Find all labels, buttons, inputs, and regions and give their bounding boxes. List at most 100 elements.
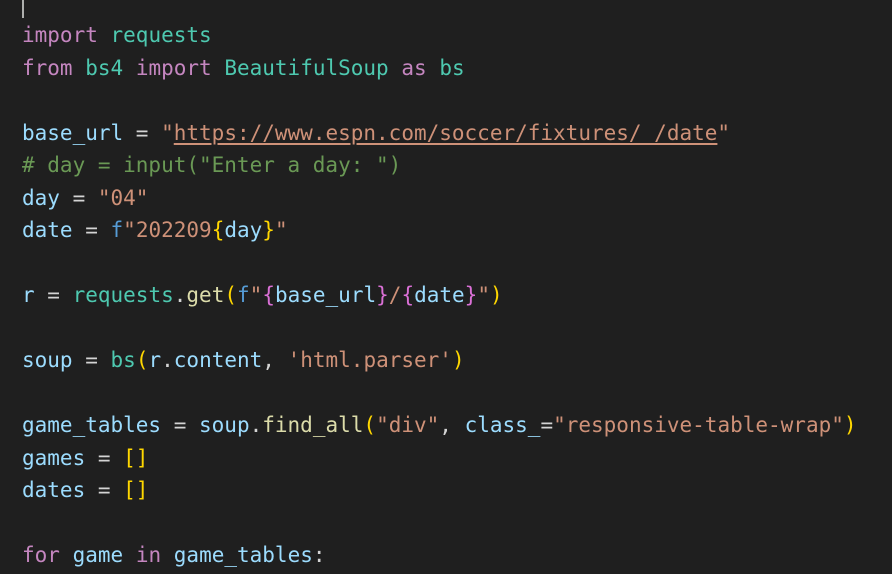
code-token: from xyxy=(22,55,73,80)
code-token: bs xyxy=(110,348,136,372)
code-token: { xyxy=(211,218,225,242)
code-line[interactable]: game_tables = soup.find_all("div", class… xyxy=(22,409,857,442)
code-line[interactable]: date = f"202209{day}" xyxy=(22,214,857,247)
code-token: " xyxy=(477,283,490,307)
code-token: , xyxy=(262,348,288,372)
code-token: . xyxy=(173,283,187,307)
code-token: r xyxy=(22,283,35,307)
code-token: "202209 xyxy=(123,218,212,242)
code-token: ) xyxy=(451,348,465,372)
code-token: , xyxy=(439,413,465,437)
code-token: ( xyxy=(135,348,149,372)
code-token: = xyxy=(72,348,111,372)
code-token: ) xyxy=(843,413,857,437)
code-line[interactable]: # day = input("Enter a day: ") xyxy=(22,149,857,182)
code-token: = xyxy=(72,218,111,242)
code-token: = xyxy=(34,283,73,307)
code-line[interactable]: dates = [] xyxy=(22,474,857,507)
code-line[interactable] xyxy=(22,84,857,117)
code-token: ( xyxy=(224,283,237,307)
code-token: as xyxy=(401,55,427,80)
code-line[interactable] xyxy=(22,507,857,540)
code-line[interactable]: base_url = "https://www.espn.com/soccer/… xyxy=(22,117,857,150)
code-token: get xyxy=(186,283,225,307)
code-token: { xyxy=(401,283,415,307)
code-token: date xyxy=(22,218,73,242)
code-token: { xyxy=(262,283,275,307)
code-token: day xyxy=(224,218,263,242)
code-line[interactable]: for game in game_tables: xyxy=(22,539,857,572)
code-line[interactable] xyxy=(22,247,857,280)
code-token: " xyxy=(717,120,731,145)
code-token: day xyxy=(22,185,60,210)
code-token: " xyxy=(249,283,263,307)
code-token: f xyxy=(110,218,124,242)
code-token: bs4 xyxy=(85,55,124,80)
code-token: in xyxy=(135,543,162,567)
code-token: base_url xyxy=(22,120,124,145)
code-token: requests xyxy=(72,283,174,307)
code-line[interactable]: day = "04" xyxy=(22,182,857,215)
code-token: " xyxy=(161,120,174,145)
code-token: " xyxy=(274,218,288,242)
code-line[interactable]: soup = bs(r.content, 'html.parser') xyxy=(22,344,857,377)
code-token: } xyxy=(376,283,389,307)
code-token: / xyxy=(388,283,402,307)
code-token: } xyxy=(464,283,478,307)
code-token: dates xyxy=(22,478,86,502)
code-token: = xyxy=(540,413,554,437)
code-token: base_url xyxy=(274,283,377,307)
code-token: f xyxy=(237,283,250,307)
code-line[interactable]: r = requests.get(f"{base_url}/{date}") xyxy=(22,279,857,312)
code-editor[interactable]: import requests from bs4 import Beautiful… xyxy=(0,0,892,574)
code-token: class_ xyxy=(464,413,541,437)
code-token: find_all xyxy=(262,413,364,437)
code-token: ) xyxy=(489,283,503,307)
code-token: bs xyxy=(439,55,465,80)
code-token: [] xyxy=(123,445,149,470)
code-line[interactable]: games = [] xyxy=(22,442,857,475)
code-token: r xyxy=(148,348,162,372)
code-token: game_tables xyxy=(22,413,162,437)
code-token: ( xyxy=(363,413,377,437)
text-cursor xyxy=(22,0,24,18)
code-token: = xyxy=(85,478,124,502)
code-token: = xyxy=(85,445,124,470)
code-token: https://www.espn.com/soccer/fixtures/_/d… xyxy=(173,120,718,145)
code-line[interactable] xyxy=(22,312,857,345)
code-line[interactable]: from bs4 import BeautifulSoup as bs xyxy=(22,52,857,85)
code-token: [] xyxy=(123,478,149,502)
code-token: games xyxy=(22,445,86,470)
code-token: BeautifulSoup xyxy=(224,55,389,80)
code-token: for xyxy=(22,543,60,567)
code-token: content xyxy=(173,348,263,372)
code-line[interactable]: import requests xyxy=(22,19,857,52)
code-token: "div" xyxy=(376,413,440,437)
code-token: = xyxy=(161,413,200,437)
code-token: game xyxy=(72,543,124,567)
code-line[interactable] xyxy=(22,377,857,410)
code-token: date xyxy=(414,283,465,307)
code-token: : xyxy=(312,543,326,567)
code-token: . xyxy=(161,348,174,372)
code-token: 'html.parser' xyxy=(287,348,452,372)
code-lines[interactable]: import requests from bs4 import Beautiful… xyxy=(22,19,857,572)
code-token: } xyxy=(262,218,275,242)
code-token: "04" xyxy=(97,185,149,210)
code-token: soup xyxy=(22,348,73,372)
code-token: = xyxy=(123,120,162,145)
code-token: "responsive-table-wrap" xyxy=(553,413,844,437)
code-token: . xyxy=(249,413,263,437)
code-token: = xyxy=(59,185,98,210)
code-token: game_tables xyxy=(173,543,313,567)
code-token: soup xyxy=(199,413,250,437)
